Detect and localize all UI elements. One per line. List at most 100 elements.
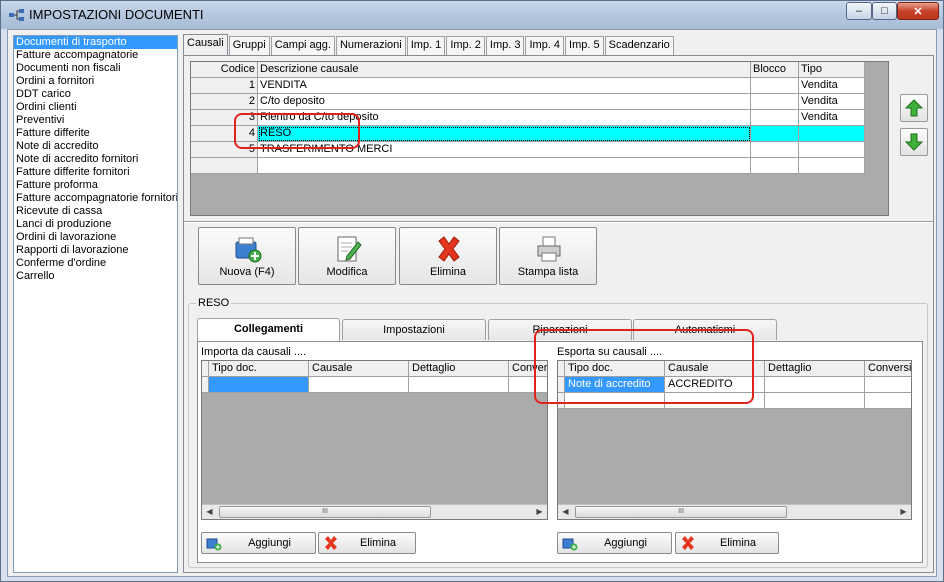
table-row[interactable]: 4 RESO <box>191 126 865 142</box>
importa-elimina-button[interactable]: Elimina <box>318 532 416 554</box>
cell-tipo[interactable] <box>799 142 865 158</box>
list-item[interactable]: Lanci di produzione <box>14 218 177 231</box>
cell-blocco[interactable] <box>751 94 799 110</box>
causali-grid[interactable]: Codice Descrizione causale Blocco Tipo 1… <box>190 61 889 216</box>
tab-imp-3[interactable]: Imp. 3 <box>485 36 525 55</box>
header-dettaglio[interactable]: Dettaglio <box>409 361 509 377</box>
importa-hscrollbar[interactable]: ◀ III ▶ <box>202 504 547 519</box>
stampa-lista-button[interactable]: Stampa lista <box>499 227 597 285</box>
tab-causali[interactable]: Causali <box>183 34 228 55</box>
cell-descrizione[interactable] <box>258 158 751 174</box>
list-item[interactable]: Fatture accompagnatorie <box>14 49 177 62</box>
table-row[interactable] <box>191 158 865 174</box>
modifica-button[interactable]: Modifica <box>298 227 396 285</box>
nuova-button[interactable]: Nuova (F4) <box>198 227 296 285</box>
scroll-right-icon[interactable]: ▶ <box>896 505 911 519</box>
table-row[interactable]: 2 C/to deposito Vendita <box>191 94 865 110</box>
header-conversione[interactable]: Conversi <box>509 361 547 377</box>
cell-descrizione[interactable]: TRASFERIMENTO MERCI <box>258 142 751 158</box>
esporta-cell-tipo-doc[interactable]: Note di accredito <box>565 377 665 393</box>
scroll-thumb[interactable]: III <box>575 506 787 518</box>
cell-blocco[interactable] <box>751 78 799 94</box>
list-item[interactable]: Conferme d'ordine <box>14 257 177 270</box>
document-type-list[interactable]: Documenti di trasporto Fatture accompagna… <box>13 35 178 573</box>
move-down-button[interactable] <box>900 128 928 156</box>
scroll-thumb[interactable]: III <box>219 506 431 518</box>
table-row[interactable] <box>202 377 547 393</box>
cell-tipo[interactable]: Vendita <box>799 78 865 94</box>
empty-cell[interactable] <box>765 393 865 409</box>
list-item[interactable]: Note di accredito fornitori <box>14 153 177 166</box>
cell-descrizione[interactable]: Rientro da C/to deposito <box>258 110 751 126</box>
list-item[interactable]: Fatture accompagnatorie fornitori <box>14 192 177 205</box>
table-row[interactable]: 5 TRASFERIMENTO MERCI <box>191 142 865 158</box>
tab-imp-1[interactable]: Imp. 1 <box>406 36 446 55</box>
header-dettaglio[interactable]: Dettaglio <box>765 361 865 377</box>
list-item[interactable]: Ordini a fornitori <box>14 75 177 88</box>
cell-descrizione[interactable]: C/to deposito <box>258 94 751 110</box>
cell-codice[interactable]: 4 <box>191 126 258 142</box>
scroll-right-icon[interactable]: ▶ <box>532 505 547 519</box>
list-item[interactable]: Documenti di trasporto <box>14 36 177 49</box>
importa-cell-conversione[interactable] <box>509 377 547 393</box>
table-row[interactable]: 1 VENDITA Vendita <box>191 78 865 94</box>
list-item[interactable]: Fatture proforma <box>14 179 177 192</box>
elimina-button[interactable]: Elimina <box>399 227 497 285</box>
empty-cell[interactable] <box>865 393 911 409</box>
esporta-aggiungi-button[interactable]: Aggiungi <box>557 532 672 554</box>
list-item[interactable]: Note di accredito <box>14 140 177 153</box>
scroll-left-icon[interactable]: ◀ <box>558 505 573 519</box>
header-descrizione[interactable]: Descrizione causale <box>258 62 751 78</box>
tab-campi-agg[interactable]: Campi agg. <box>270 36 335 55</box>
subtab-impostazioni[interactable]: Impostazioni <box>342 319 486 340</box>
tab-imp-2[interactable]: Imp. 2 <box>446 36 485 55</box>
move-up-button[interactable] <box>900 94 928 122</box>
subtab-collegamenti[interactable]: Collegamenti <box>197 318 340 341</box>
cell-codice[interactable] <box>191 158 258 174</box>
cell-codice[interactable]: 3 <box>191 110 258 126</box>
scroll-left-icon[interactable]: ◀ <box>202 505 217 519</box>
esporta-elimina-button[interactable]: Elimina <box>675 532 779 554</box>
list-item[interactable]: Ordini di lavorazione <box>14 231 177 244</box>
esporta-hscrollbar[interactable]: ◀ III ▶ <box>558 504 911 519</box>
maximize-button[interactable]: □ <box>872 2 897 20</box>
importa-cell-dettaglio[interactable] <box>409 377 509 393</box>
header-conversione[interactable]: Conversi <box>865 361 911 377</box>
subtab-automatismi[interactable]: Automatismi <box>633 319 777 340</box>
esporta-grid[interactable]: Tipo doc. Causale Dettaglio Conversi Not… <box>557 360 912 520</box>
table-row[interactable]: 3 Rientro da C/to deposito Vendita <box>191 110 865 126</box>
cell-tipo[interactable]: Vendita <box>799 94 865 110</box>
cell-tipo[interactable] <box>799 126 865 142</box>
header-tipo[interactable]: Tipo <box>799 62 865 78</box>
cell-blocco[interactable] <box>751 126 799 142</box>
esporta-cell-causale[interactable]: ACCREDITO <box>665 377 765 393</box>
list-item[interactable]: Preventivi <box>14 114 177 127</box>
empty-cell[interactable] <box>665 393 765 409</box>
header-blocco[interactable]: Blocco <box>751 62 799 78</box>
header-tipo-doc[interactable]: Tipo doc. <box>209 361 309 377</box>
cell-blocco[interactable] <box>751 110 799 126</box>
importa-aggiungi-button[interactable]: Aggiungi <box>201 532 316 554</box>
cell-codice[interactable]: 1 <box>191 78 258 94</box>
list-item[interactable]: Ordini clienti <box>14 101 177 114</box>
list-item[interactable]: Rapporti di lavorazione <box>14 244 177 257</box>
minimize-button[interactable]: – <box>846 2 872 20</box>
header-tipo-doc[interactable]: Tipo doc. <box>565 361 665 377</box>
importa-cell-tipo-doc[interactable] <box>209 377 309 393</box>
list-item[interactable]: Documenti non fiscali <box>14 62 177 75</box>
tab-gruppi[interactable]: Gruppi <box>228 36 270 55</box>
list-item[interactable]: DDT carico <box>14 88 177 101</box>
cell-tipo[interactable] <box>799 158 865 174</box>
esporta-cell-dettaglio[interactable] <box>765 377 865 393</box>
list-item[interactable]: Carrello <box>14 270 177 283</box>
list-item[interactable]: Ricevute di cassa <box>14 205 177 218</box>
subtab-riparazioni[interactable]: Riparazioni <box>488 319 632 340</box>
cell-codice[interactable]: 2 <box>191 94 258 110</box>
table-row[interactable] <box>558 393 911 409</box>
tab-scadenzario[interactable]: Scadenzario <box>604 36 674 55</box>
importa-grid[interactable]: Tipo doc. Causale Dettaglio Conversi <box>201 360 548 520</box>
cell-tipo[interactable]: Vendita <box>799 110 865 126</box>
tab-imp-5[interactable]: Imp. 5 <box>565 36 604 55</box>
cell-descrizione[interactable]: VENDITA <box>258 78 751 94</box>
cell-blocco[interactable] <box>751 158 799 174</box>
